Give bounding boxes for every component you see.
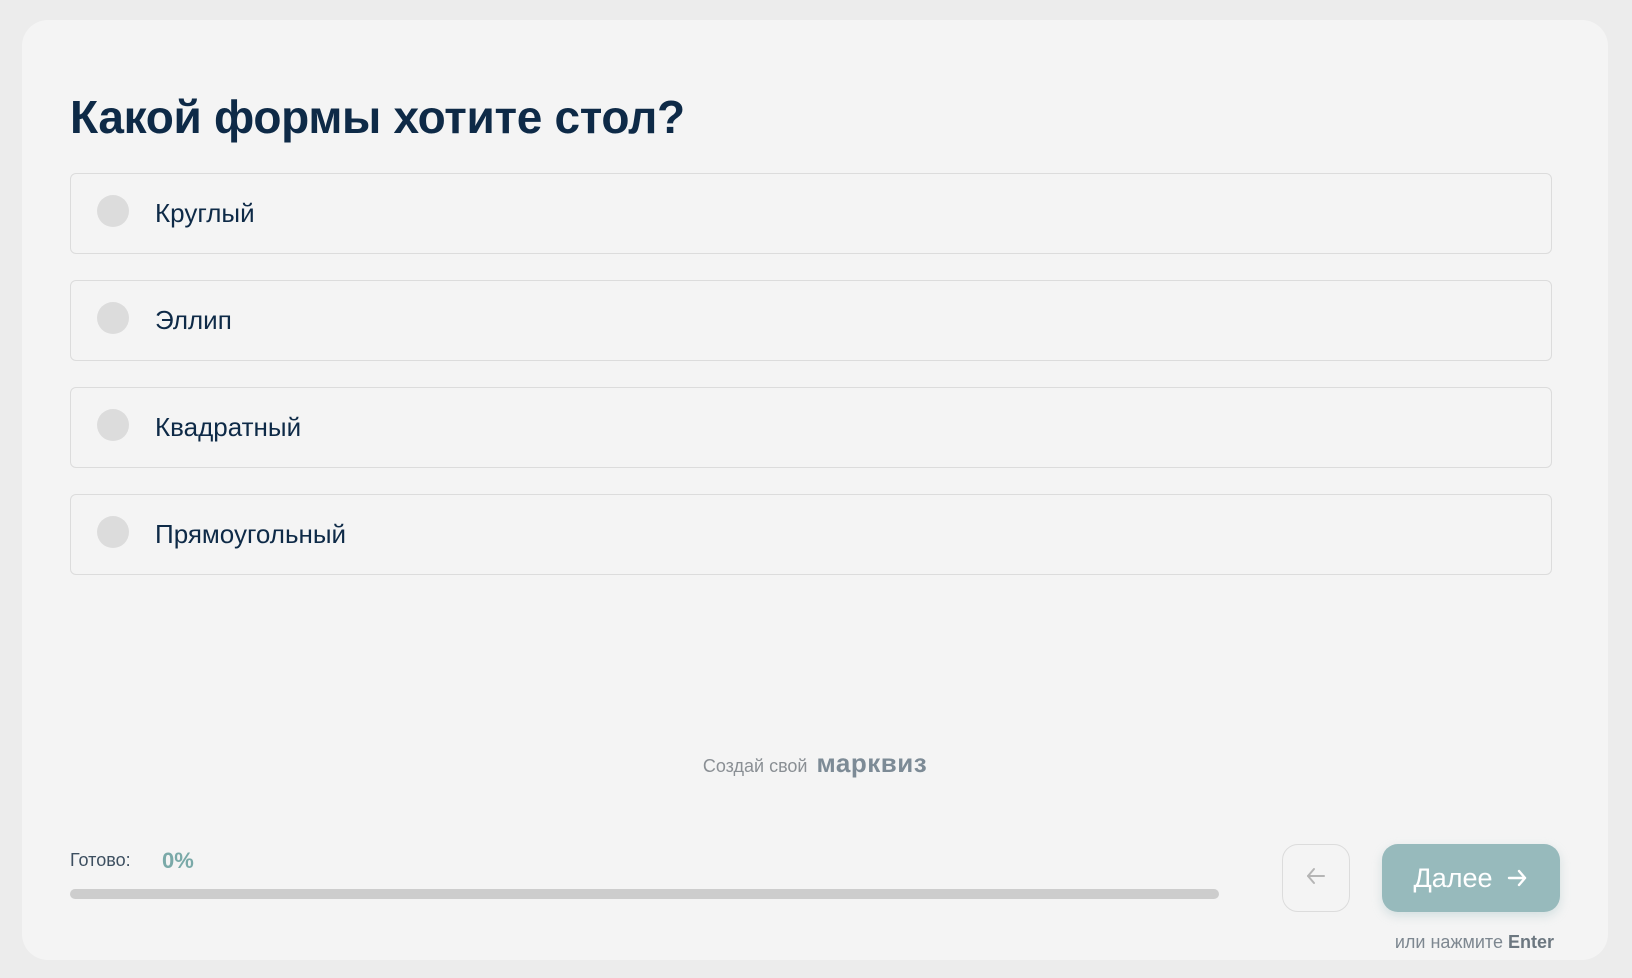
promo-link[interactable]: Создай свой марквиз <box>22 748 1608 779</box>
next-button[interactable]: Далее <box>1382 844 1560 912</box>
radio-button[interactable] <box>97 516 129 548</box>
quiz-card: Какой формы хотите стол? Круглый Эллип К… <box>22 20 1608 960</box>
option-rectangular[interactable]: Прямоугольный <box>70 494 1552 575</box>
option-round[interactable]: Круглый <box>70 173 1552 254</box>
option-label: Круглый <box>155 198 255 228</box>
back-button[interactable] <box>1282 844 1350 912</box>
option-label: Эллип <box>155 305 232 335</box>
hint-text: или нажмите <box>1394 932 1503 952</box>
question-title: Какой формы хотите стол? <box>70 91 685 143</box>
promo-text: Создай свой <box>702 756 808 776</box>
radio-button[interactable] <box>97 195 129 227</box>
arrow-right-icon <box>1505 866 1529 890</box>
hint-key: Enter <box>1507 932 1554 952</box>
option-square[interactable]: Квадратный <box>70 387 1552 468</box>
enter-hint: или нажмите Enter <box>1395 932 1554 953</box>
option-label: Прямоугольный <box>155 519 347 549</box>
option-ellipse[interactable]: Эллип <box>70 280 1552 361</box>
radio-button[interactable] <box>97 302 129 334</box>
options-list: Круглый Эллип Квадратный Прямоугольный <box>70 173 1552 601</box>
option-label: Квадратный <box>155 412 302 442</box>
arrow-left-icon <box>1304 864 1328 893</box>
radio-button[interactable] <box>97 409 129 441</box>
brand-logo: марквиз <box>816 748 928 778</box>
progress-bar <box>70 889 1219 899</box>
progress-label: Готово: <box>70 850 131 870</box>
next-button-label: Далее <box>1413 862 1493 893</box>
progress-value: 0% <box>162 848 194 873</box>
